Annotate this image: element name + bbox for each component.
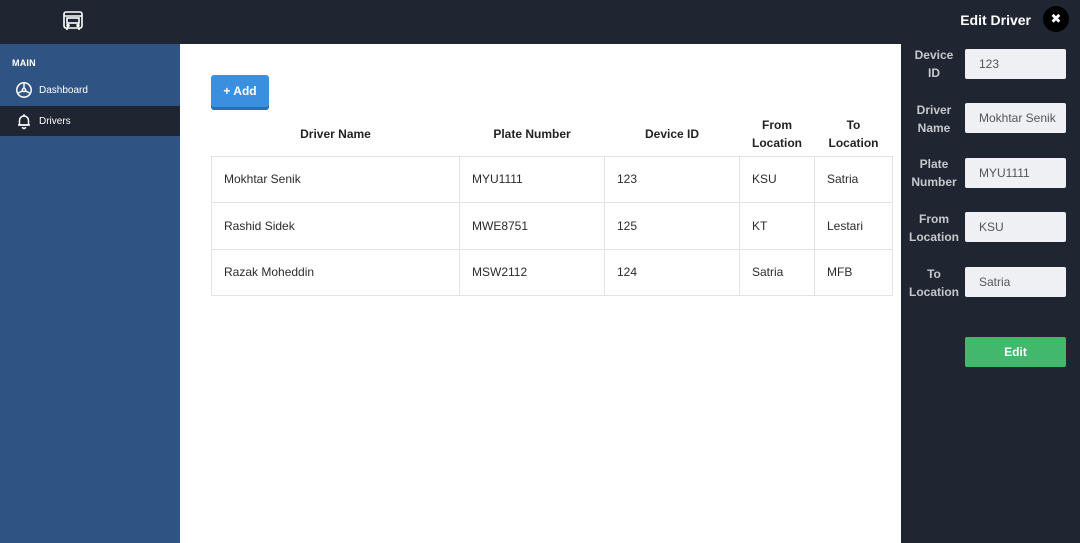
cell-to-location: Lestari [814, 202, 893, 250]
cell-device-id: 123 [604, 155, 740, 203]
table-header-row: Driver Name Plate Number Device ID From … [212, 112, 893, 156]
drivers-table: Driver Name Plate Number Device ID From … [211, 112, 893, 296]
main-content: + Add Driver Name Plate Number Device ID… [180, 44, 901, 543]
column-header-plate-number[interactable]: Plate Number [460, 112, 605, 156]
cell-device-id: 124 [604, 248, 740, 296]
cell-plate-number: MWE8751 [459, 202, 605, 250]
cell-driver-name: Mokhtar Senik [211, 155, 460, 203]
cell-to-location: Satria [814, 155, 893, 203]
truck-logo-icon [63, 11, 83, 30]
device-id-label: Device ID [914, 48, 954, 80]
cell-to-location: MFB [814, 248, 893, 296]
cell-from-location: KT [739, 202, 815, 250]
cell-plate-number: MSW2112 [459, 248, 605, 296]
sidebar-item-dashboard[interactable]: Dashboard [0, 75, 180, 105]
close-button[interactable]: ✖ [1043, 6, 1069, 32]
driver-name-field[interactable] [965, 103, 1066, 133]
cell-from-location: KSU [739, 155, 815, 203]
add-button[interactable]: + Add [211, 75, 269, 107]
edit-button[interactable]: Edit [965, 337, 1066, 367]
cell-from-location: Satria [739, 248, 815, 296]
device-id-field[interactable] [965, 49, 1066, 79]
column-header-to-location[interactable]: To Location [815, 112, 893, 156]
cell-device-id: 125 [604, 202, 740, 250]
table-row[interactable]: Rashid Sidek MWE8751 125 KT Lestari [211, 202, 893, 250]
to-location-label: To Location [909, 267, 959, 299]
cell-plate-number: MYU1111 [459, 155, 605, 203]
edit-driver-panel: Edit Driver ✖ Device ID Driver Name Plat… [901, 0, 1080, 543]
sidebar: MAIN Dashboard Drivers [0, 44, 180, 543]
sidebar-item-drivers[interactable]: Drivers [0, 106, 180, 136]
driver-name-label: Driver Name [916, 103, 952, 135]
table-row[interactable]: Razak Moheddin MSW2112 124 Satria MFB [211, 248, 893, 296]
dashboard-icon [15, 81, 33, 99]
table-row[interactable]: Mokhtar Senik MYU1111 123 KSU Satria [211, 155, 893, 203]
cell-driver-name: Rashid Sidek [211, 202, 460, 250]
panel-title: Edit Driver [960, 12, 1031, 28]
plate-number-field[interactable] [965, 158, 1066, 188]
cell-driver-name: Razak Moheddin [211, 248, 460, 296]
close-icon: ✖ [1050, 11, 1062, 26]
bell-icon [15, 112, 33, 130]
sidebar-section-title: MAIN [12, 58, 36, 68]
column-header-device-id[interactable]: Device ID [605, 112, 740, 156]
column-header-from-location[interactable]: From Location [740, 112, 815, 156]
from-location-field[interactable] [965, 212, 1066, 242]
plate-number-label: Plate Number [911, 157, 957, 189]
sidebar-item-label: Drivers [39, 115, 71, 127]
column-header-driver-name[interactable]: Driver Name [212, 112, 460, 156]
sidebar-item-label: Dashboard [39, 84, 88, 96]
to-location-field[interactable] [965, 267, 1066, 297]
from-location-label: From Location [909, 212, 959, 244]
